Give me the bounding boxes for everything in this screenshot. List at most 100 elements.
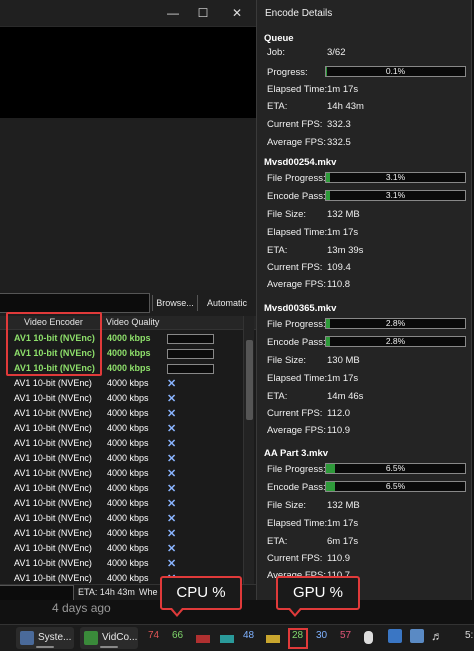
system-monitor-icon — [20, 631, 34, 645]
cell-encoder: AV1 10-bit (NVEnc) — [14, 498, 92, 508]
search-input[interactable] — [0, 293, 150, 313]
current-fps-value: 112.0 — [327, 408, 351, 419]
taskbar-app-system-label: Syste... — [38, 632, 72, 643]
vidcoder-icon — [84, 631, 98, 645]
cell-quality: 4000 kbps — [107, 483, 149, 493]
network-tray-icon[interactable] — [410, 629, 424, 643]
table-row[interactable]: AV1 10-bit (NVEnc) 4000 kbps ✕ — [0, 452, 242, 467]
cell-quality: 4000 kbps — [107, 543, 149, 553]
file-size-label: File Size: — [267, 355, 307, 366]
queue-progress-label: Progress: — [267, 67, 308, 78]
metric-vram[interactable]: 57 — [340, 630, 351, 641]
table-row[interactable]: AV1 10-bit (NVEnc) 4000 kbps ✕ — [0, 422, 242, 437]
current-fps-label: Current FPS: — [267, 553, 323, 564]
table-row[interactable]: AV1 10-bit (NVEnc) 4000 kbps ✕ — [0, 482, 242, 497]
cell-encoder: AV1 10-bit (NVEnc) — [14, 408, 92, 418]
eta-label: ETA: — [267, 391, 288, 402]
cell-quality: 4000 kbps — [107, 348, 151, 358]
queued-x-icon[interactable]: ✕ — [167, 452, 176, 465]
queued-x-icon[interactable]: ✕ — [167, 422, 176, 435]
elapsed-time-value: 1m 17s — [327, 227, 359, 238]
mouse-icon[interactable] — [364, 631, 373, 644]
average-fps-label: Average FPS: — [267, 279, 326, 290]
file-progress-label: File Progress: — [267, 464, 326, 475]
cell-encoder: AV1 10-bit (NVEnc) — [14, 393, 92, 403]
average-fps-value: 110.8 — [327, 279, 351, 290]
metric-gpu-temp[interactable]: 30 — [316, 630, 327, 641]
network-graph-icon — [266, 635, 280, 643]
queued-x-icon[interactable]: ✕ — [167, 377, 176, 390]
maximize-button[interactable]: ☐ — [193, 4, 213, 22]
cell-quality: 4000 kbps — [107, 513, 149, 523]
table-row[interactable]: AV1 10-bit (NVEnc) 4000 kbps ✕ — [0, 527, 242, 542]
file-size-value: 132 MB — [327, 209, 360, 220]
status-eta: ETA: 14h 43m — [78, 587, 135, 597]
queued-x-icon[interactable]: ✕ — [167, 437, 176, 450]
current-fps-label: Current FPS: — [267, 408, 323, 419]
volume-icon[interactable]: ♬ — [431, 629, 443, 643]
average-fps-label: Average FPS: — [267, 425, 326, 436]
table-row[interactable]: AV1 10-bit (NVEnc) 4000 kbps ✕ — [0, 407, 242, 422]
clock-text[interactable]: 5: — [465, 630, 473, 641]
table-row[interactable]: AV1 10-bit (NVEnc) 4000 kbps ✕ — [0, 467, 242, 482]
file-size-label: File Size: — [267, 500, 307, 511]
progress-text: 0.1% — [385, 66, 406, 76]
job-title: Mvsd00365.mkv — [264, 303, 337, 314]
encode-pass-bar: 2.8% — [325, 336, 466, 347]
cell-encoder: AV1 10-bit (NVEnc) — [14, 483, 92, 493]
table-row[interactable]: AV1 10-bit (NVEnc) 4000 kbps ✕ — [0, 437, 242, 452]
taskbar-app-system[interactable]: Syste... — [16, 627, 74, 649]
taskbar-app-vidcoder[interactable]: VidCo... — [80, 627, 138, 649]
cell-quality: 4000 kbps — [107, 378, 149, 388]
queued-x-icon[interactable]: ✕ — [167, 407, 176, 420]
table-row[interactable]: AV1 10-bit (NVEnc) 4000 kbps ✕ — [0, 392, 242, 407]
table-row[interactable]: AV1 10-bit (NVEnc) 4000 kbps ✕ — [0, 542, 242, 557]
cell-quality: 4000 kbps — [107, 363, 151, 373]
file-progress-label: File Progress: — [267, 173, 326, 184]
metric-cpu-temp[interactable]: 74 — [148, 630, 159, 641]
scrollbar-thumb[interactable] — [246, 340, 253, 420]
cell-quality: 4000 kbps — [107, 408, 149, 418]
memory-graph-icon — [220, 635, 234, 643]
queued-x-icon[interactable]: ✕ — [167, 527, 176, 540]
file-progress-bar: 6.5% — [325, 463, 466, 474]
cell-encoder: AV1 10-bit (NVEnc) — [14, 468, 92, 478]
job-title: Mvsd00254.mkv — [264, 157, 337, 168]
minimize-button[interactable]: — — [163, 4, 183, 22]
cell-encoder: AV1 10-bit (NVEnc) — [14, 543, 92, 553]
app-tray-icon[interactable] — [388, 629, 402, 643]
browse-button[interactable]: Browse... — [152, 295, 198, 311]
current-fps-value: 109.4 — [327, 262, 351, 273]
queue-section-title: Queue — [264, 33, 294, 44]
cell-quality: 4000 kbps — [107, 468, 149, 478]
settings-area — [0, 118, 256, 290]
table-row[interactable]: AV1 10-bit (NVEnc) 4000 kbps ✕ — [0, 377, 242, 392]
queued-x-icon[interactable]: ✕ — [167, 542, 176, 555]
cpu-graph-icon — [196, 635, 210, 643]
queue-toolbar: Browse... Automatic — [0, 293, 256, 313]
close-button[interactable]: ✕ — [227, 4, 247, 22]
taskbar: Syste... VidCo... 74 66 48 28 30 57 ♬ 5: — [0, 624, 474, 651]
elapsed-time-label: Elapsed Time: — [267, 518, 328, 529]
cell-quality: 4000 kbps — [107, 438, 149, 448]
encode-pass-bar: 3.1% — [325, 190, 466, 201]
metric-cpu-usage[interactable]: 66 — [172, 630, 183, 641]
queued-x-icon[interactable]: ✕ — [167, 557, 176, 570]
queued-x-icon[interactable]: ✕ — [167, 512, 176, 525]
column-header-quality[interactable]: Video Quality — [106, 317, 159, 327]
current-fps-label: Current FPS: — [267, 262, 323, 273]
metric-memory[interactable]: 48 — [243, 630, 254, 641]
cell-encoder: AV1 10-bit (NVEnc) — [14, 378, 92, 388]
automatic-button[interactable]: Automatic — [200, 295, 254, 311]
gpu-callout: GPU % — [276, 576, 360, 610]
queued-x-icon[interactable]: ✕ — [167, 467, 176, 480]
table-row[interactable]: AV1 10-bit (NVEnc) 4000 kbps ✕ — [0, 497, 242, 512]
queued-x-icon[interactable]: ✕ — [167, 392, 176, 405]
table-row[interactable]: AV1 10-bit (NVEnc) 4000 kbps ✕ — [0, 557, 242, 572]
table-row[interactable]: AV1 10-bit (NVEnc) 4000 kbps ✕ — [0, 512, 242, 527]
vertical-scrollbar[interactable] — [243, 316, 254, 584]
elapsed-time-label: Elapsed Time: — [267, 227, 328, 238]
queued-x-icon[interactable]: ✕ — [167, 482, 176, 495]
queued-x-icon[interactable]: ✕ — [167, 497, 176, 510]
status-field[interactable] — [0, 585, 74, 601]
